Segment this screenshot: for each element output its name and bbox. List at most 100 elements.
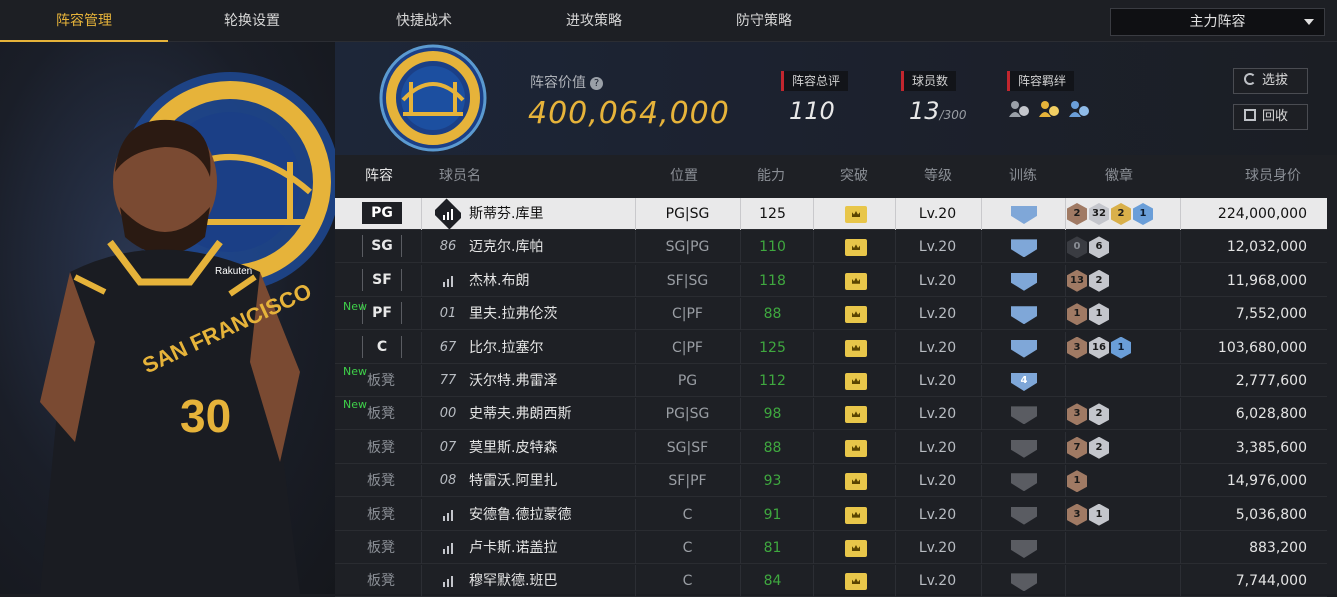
players-stat: 球员数 13/300 bbox=[901, 70, 967, 125]
player-name[interactable]: 杰林.布朗 bbox=[469, 265, 529, 297]
player-name[interactable]: 史蒂夫.弗朗西斯 bbox=[469, 398, 571, 430]
tab-defense[interactable]: 防守策略 bbox=[680, 0, 848, 42]
player-name[interactable]: 迈克尔.库帕 bbox=[469, 231, 543, 263]
player-name[interactable]: 里夫.拉弗伦茨 bbox=[469, 298, 557, 330]
player-name[interactable]: 斯蒂芬.库里 bbox=[469, 198, 543, 230]
table-row[interactable]: 板凳 New 77 沃尔特.弗雷泽 PG 112 Lv.20 4 2,777,600 bbox=[335, 365, 1327, 397]
training-shield-icon[interactable] bbox=[1011, 239, 1037, 258]
col-name[interactable]: 球员名 bbox=[439, 155, 481, 197]
table-row[interactable]: 板凳 07 莫里斯.皮特森 SG|SF 88 Lv.20 7 2 3,385,600 bbox=[335, 431, 1327, 464]
col-position[interactable]: 位置 bbox=[670, 155, 698, 197]
crown-icon[interactable] bbox=[845, 306, 867, 324]
recall-button[interactable]: 回收 bbox=[1233, 104, 1308, 130]
table-row[interactable]: PF New 01 里夫.拉弗伦茨 C|PF 88 Lv.20 1 1 7,552,000 bbox=[335, 298, 1327, 331]
player-name[interactable]: 特雷沃.阿里扎 bbox=[469, 465, 557, 497]
crown-icon[interactable] bbox=[845, 540, 867, 557]
crown-icon[interactable] bbox=[845, 373, 867, 390]
badge-hex-icon[interactable]: 0 bbox=[1067, 236, 1087, 259]
training-shield-icon[interactable]: 4 bbox=[1011, 373, 1037, 391]
crown-icon[interactable] bbox=[845, 206, 867, 223]
training-shield-icon[interactable] bbox=[1011, 406, 1037, 425]
player-name[interactable]: 安德鲁.德拉蒙德 bbox=[469, 499, 571, 531]
badge-list: 31 bbox=[1067, 503, 1109, 526]
player-name[interactable]: 卢卡斯.诺盖拉 bbox=[469, 532, 557, 564]
badge-hex-icon[interactable]: 32 bbox=[1089, 203, 1109, 225]
tab-quick-tactics[interactable]: 快捷战术 bbox=[340, 0, 508, 42]
player-name[interactable]: 莫里斯.皮特森 bbox=[469, 432, 557, 464]
col-lineup[interactable]: 阵容 bbox=[365, 155, 393, 197]
bond-blue-icon[interactable] bbox=[1067, 99, 1091, 119]
badge-hex-icon[interactable]: 2 bbox=[1089, 403, 1109, 426]
crown-icon[interactable] bbox=[845, 239, 867, 257]
table-row[interactable]: 板凳 卢卡斯.诺盖拉 C 81 Lv.20 883,200 bbox=[335, 532, 1327, 564]
badge-hex-icon[interactable]: 1 bbox=[1067, 470, 1087, 493]
badge-hex-icon[interactable]: 2 bbox=[1089, 436, 1109, 459]
new-badge: New bbox=[343, 398, 367, 412]
col-price[interactable]: 球员身价 bbox=[1245, 155, 1301, 197]
badge-hex-icon[interactable]: 2 bbox=[1067, 203, 1087, 225]
player-name[interactable]: 比尔.拉塞尔 bbox=[469, 332, 543, 364]
col-training[interactable]: 训练 bbox=[1009, 155, 1037, 197]
col-badges[interactable]: 徽章 bbox=[1105, 155, 1133, 197]
crown-icon[interactable] bbox=[845, 506, 867, 524]
col-breakthrough[interactable]: 突破 bbox=[840, 155, 868, 197]
badge-hex-icon[interactable]: 13 bbox=[1067, 269, 1087, 292]
badge-hex-icon[interactable]: 1 bbox=[1089, 303, 1109, 326]
training-shield-icon[interactable] bbox=[1011, 272, 1037, 291]
player-price: 11,968,000 bbox=[1226, 272, 1307, 289]
crown-icon[interactable] bbox=[845, 439, 867, 457]
scout-button[interactable]: 选拔 bbox=[1233, 68, 1308, 94]
badge-hex-icon[interactable]: 3 bbox=[1067, 336, 1087, 359]
training-shield-icon[interactable] bbox=[1011, 573, 1037, 592]
table-row[interactable]: C 67 比尔.拉塞尔 C|PF 125 Lv.20 3 16 1 103,680,000 bbox=[335, 331, 1327, 364]
player-name[interactable]: 沃尔特.弗雷泽 bbox=[469, 365, 557, 397]
training-shield-icon[interactable] bbox=[1011, 506, 1037, 525]
tab-rotation[interactable]: 轮换设置 bbox=[168, 0, 336, 42]
training-shield-icon[interactable] bbox=[1011, 439, 1037, 458]
player-portrait: SAN FRANCISCO 30 Rakuten bbox=[0, 42, 335, 594]
bond-gold-icon[interactable] bbox=[1037, 99, 1061, 119]
training-shield-icon[interactable] bbox=[1011, 206, 1037, 224]
table-row[interactable]: SG 86 迈克尔.库帕 SG|PG 110 Lv.20 0 6 12,032,000 bbox=[335, 231, 1327, 264]
badge-hex-icon[interactable]: 2 bbox=[1089, 269, 1109, 292]
tab-offense[interactable]: 进攻策略 bbox=[510, 0, 678, 42]
table-row[interactable]: 板凳 穆罕默德.班巴 C 84 Lv.20 7,744,000 bbox=[335, 565, 1327, 597]
tab-lineup[interactable]: 阵容管理 bbox=[0, 0, 168, 42]
table-row[interactable]: 板凳 New 00 史蒂夫.弗朗西斯 PG|SG 98 Lv.20 3 2 6,028,800 bbox=[335, 398, 1327, 431]
crown-icon[interactable] bbox=[845, 272, 867, 290]
table-row[interactable]: SF 杰林.布朗 SF|SG 118 Lv.20 13 2 11,968,000 bbox=[335, 264, 1327, 297]
training-shield-icon[interactable] bbox=[1011, 540, 1037, 558]
badge-hex-icon[interactable]: 1 bbox=[1067, 303, 1087, 326]
badge-hex-icon[interactable]: 2 bbox=[1111, 203, 1131, 225]
badge-hex-icon[interactable]: 1 bbox=[1089, 503, 1109, 526]
player-name[interactable]: 穆罕默德.班巴 bbox=[469, 565, 557, 597]
bond-silver-icon[interactable] bbox=[1007, 99, 1031, 119]
training-shield-icon[interactable] bbox=[1011, 473, 1037, 492]
badge-hex-icon[interactable]: 1 bbox=[1133, 203, 1153, 225]
overall-value: 110 bbox=[789, 97, 835, 125]
table-row[interactable]: 板凳 安德鲁.德拉蒙德 C 91 Lv.20 3 1 5,036,800 bbox=[335, 498, 1327, 531]
badge-hex-icon[interactable]: 3 bbox=[1067, 403, 1087, 426]
badge-hex-icon[interactable]: 6 bbox=[1089, 236, 1109, 259]
help-icon[interactable]: ? bbox=[590, 77, 603, 90]
badge-hex-icon[interactable]: 1 bbox=[1111, 336, 1131, 359]
lineup-select[interactable]: 主力阵容 bbox=[1110, 8, 1325, 36]
training-shield-icon[interactable] bbox=[1011, 339, 1037, 358]
col-ability[interactable]: 能力 bbox=[757, 155, 785, 197]
divider bbox=[813, 231, 814, 264]
table-row[interactable]: 板凳 08 特雷沃.阿里扎 SF|PF 93 Lv.20 1 14,976,000 bbox=[335, 465, 1327, 498]
badge-hex-icon[interactable]: 16 bbox=[1089, 336, 1109, 359]
table-row[interactable]: PG 斯蒂芬.库里 PG|SG 125 Lv.20 2 32 2 1 224,000,000 bbox=[335, 198, 1327, 230]
badge-hex-icon[interactable]: 7 bbox=[1067, 436, 1087, 459]
training-shield-icon[interactable] bbox=[1011, 306, 1037, 325]
crown-icon[interactable] bbox=[845, 406, 867, 424]
badge-hex-icon[interactable]: 3 bbox=[1067, 503, 1087, 526]
crown-icon[interactable] bbox=[845, 573, 867, 591]
crown-icon[interactable] bbox=[845, 473, 867, 491]
divider bbox=[813, 365, 814, 397]
slot-label: 板凳 bbox=[367, 473, 395, 490]
crown-icon[interactable] bbox=[845, 339, 867, 357]
signal-icon bbox=[435, 198, 461, 230]
col-level[interactable]: 等级 bbox=[924, 155, 952, 197]
divider bbox=[1180, 431, 1181, 464]
